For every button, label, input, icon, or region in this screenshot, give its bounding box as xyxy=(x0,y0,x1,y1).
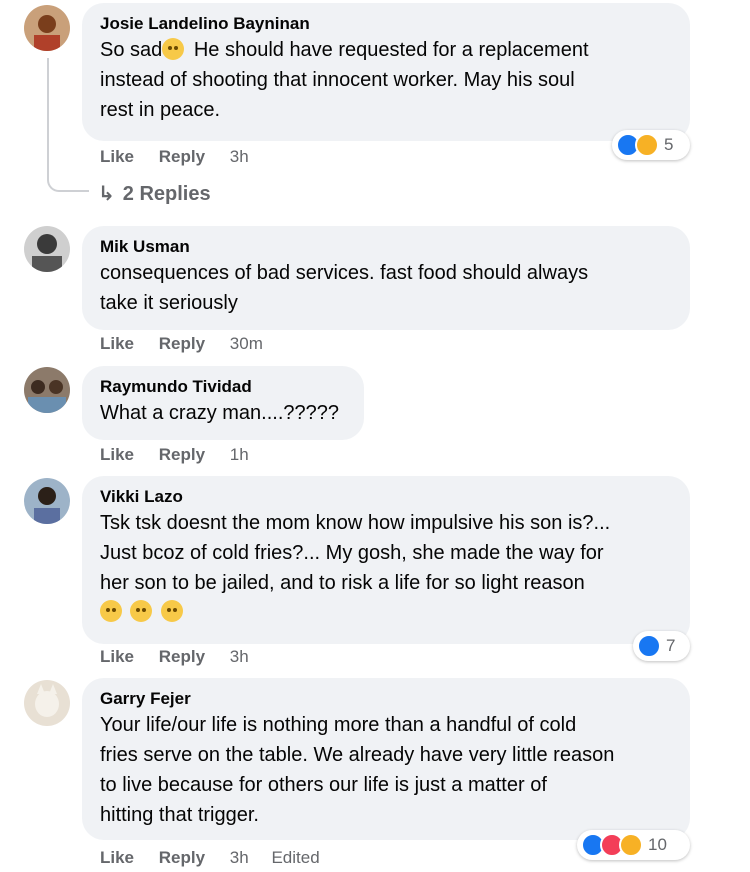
comment-text: What a crazy man....????? xyxy=(100,402,340,424)
commenter-name[interactable]: Vikki Lazo xyxy=(100,486,672,508)
comment-bubble: Mik Usman consequences of bad services. … xyxy=(82,226,690,330)
like-button[interactable]: Like xyxy=(100,445,134,464)
comment-actions: Like Reply 30m xyxy=(100,333,281,355)
reaction-summary[interactable]: 10 xyxy=(577,830,690,860)
rolling-eyes-face-icon xyxy=(100,600,122,622)
sad-face-icon xyxy=(130,600,153,622)
reaction-summary[interactable]: 7 xyxy=(633,631,690,661)
timestamp[interactable]: 3h xyxy=(230,147,249,166)
like-button[interactable]: Like xyxy=(100,147,134,166)
wow-reaction-icon xyxy=(619,833,643,857)
comment-actions: Like Reply 3h Edited xyxy=(100,847,338,869)
thread-line xyxy=(47,58,49,173)
timestamp[interactable]: 3h xyxy=(230,647,249,666)
like-button[interactable]: Like xyxy=(100,848,134,867)
reaction-count: 10 xyxy=(648,835,667,854)
crying-face-icon xyxy=(162,38,185,60)
avatar[interactable] xyxy=(24,5,70,51)
comment-bubble: Josie Landelino Bayninan So sad He shoul… xyxy=(82,3,690,141)
reaction-summary[interactable]: 5 xyxy=(612,130,690,160)
emoji-row xyxy=(100,600,672,623)
comment-text: consequences of bad services. fast food … xyxy=(100,262,589,314)
timestamp[interactable]: 1h xyxy=(230,445,249,464)
reply-button[interactable]: Reply xyxy=(159,445,205,464)
comment-bubble: Vikki Lazo Tsk tsk doesnt the mom know h… xyxy=(82,476,690,644)
care-reaction-icon xyxy=(635,133,659,157)
avatar[interactable] xyxy=(24,226,70,272)
reply-button[interactable]: Reply xyxy=(159,334,205,353)
commenter-name[interactable]: Mik Usman xyxy=(100,236,672,258)
confused-face-icon xyxy=(160,600,183,622)
comment-text: Tsk tsk doesnt the mom know how impulsiv… xyxy=(100,512,611,594)
avatar[interactable] xyxy=(24,367,70,413)
like-button[interactable]: Like xyxy=(100,334,134,353)
timestamp[interactable]: 30m xyxy=(230,334,263,353)
reaction-count: 7 xyxy=(666,636,676,655)
commenter-name[interactable]: Raymundo Tividad xyxy=(100,376,346,398)
avatar[interactable] xyxy=(24,478,70,524)
avatar[interactable] xyxy=(24,680,70,726)
comment-actions: Like Reply 3h xyxy=(100,646,267,668)
view-replies-link[interactable]: ↳ 2 Replies xyxy=(98,181,211,207)
reply-arrow-icon: ↳ xyxy=(98,183,115,205)
like-reaction-icon xyxy=(637,634,661,658)
reply-button[interactable]: Reply xyxy=(159,647,205,666)
comment-text: Your life/our life is nothing more than … xyxy=(100,714,615,826)
commenter-name[interactable]: Josie Landelino Bayninan xyxy=(100,13,672,35)
comment-actions: Like Reply 1h xyxy=(100,444,267,466)
comment-text: So sad He should have requested for a re… xyxy=(100,38,589,121)
commenter-name[interactable]: Garry Fejer xyxy=(100,688,672,710)
comment-bubble: Raymundo Tividad What a crazy man....???… xyxy=(82,366,364,440)
reaction-count: 5 xyxy=(664,135,674,154)
comment-bubble: Garry Fejer Your life/our life is nothin… xyxy=(82,678,690,840)
edited-label[interactable]: Edited xyxy=(271,848,319,867)
reply-button[interactable]: Reply xyxy=(159,848,205,867)
like-button[interactable]: Like xyxy=(100,647,134,666)
thread-connector xyxy=(47,170,89,192)
timestamp[interactable]: 3h xyxy=(230,848,249,867)
reply-button[interactable]: Reply xyxy=(159,147,205,166)
comment-actions: Like Reply 3h xyxy=(100,146,267,168)
